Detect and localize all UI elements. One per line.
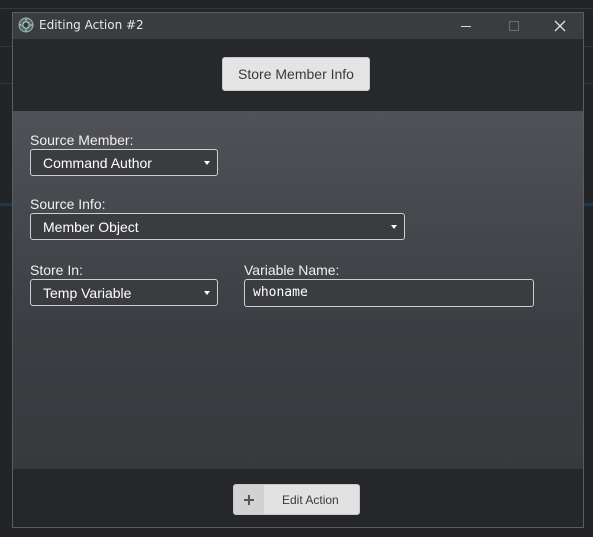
edit-action-label: Edit Action: [282, 493, 339, 507]
edit-action-button[interactable]: Edit Action: [233, 484, 360, 515]
title-bar[interactable]: Editing Action #2: [13, 13, 583, 39]
source-member-value: Command Author: [43, 155, 152, 171]
close-button[interactable]: [537, 13, 583, 39]
variable-name-value: whoname: [253, 285, 308, 300]
source-info-select[interactable]: Member Object: [30, 213, 405, 240]
action-form: Source Member: Command Author Source Inf…: [13, 111, 583, 469]
store-in-label: Store In:: [30, 262, 83, 278]
chevron-down-icon: [204, 291, 210, 295]
minimize-button[interactable]: [443, 13, 489, 39]
source-member-label: Source Member:: [30, 132, 134, 148]
window-title: Editing Action #2: [39, 18, 144, 32]
close-icon: [554, 20, 566, 32]
source-info-value: Member Object: [43, 219, 139, 235]
action-footer: Edit Action: [13, 469, 583, 527]
action-header: Store Member Info: [13, 39, 583, 111]
maximize-icon: [509, 21, 519, 31]
chevron-down-icon: [204, 161, 210, 165]
plus-icon: [234, 485, 264, 514]
editing-action-dialog: Editing Action #2 Store Member Info Sour…: [12, 12, 584, 528]
store-member-info-button[interactable]: Store Member Info: [222, 57, 370, 91]
minimize-icon: [461, 26, 471, 27]
background-divider: [0, 8, 593, 9]
store-in-select[interactable]: Temp Variable: [30, 279, 218, 306]
variable-name-label: Variable Name:: [244, 262, 340, 278]
chevron-down-icon: [391, 225, 397, 229]
store-in-value: Temp Variable: [43, 285, 132, 301]
maximize-button[interactable]: [491, 13, 537, 39]
source-member-select[interactable]: Command Author: [30, 149, 218, 176]
app-icon: [18, 17, 34, 33]
source-info-label: Source Info:: [30, 196, 106, 212]
variable-name-input[interactable]: whoname: [244, 279, 534, 307]
